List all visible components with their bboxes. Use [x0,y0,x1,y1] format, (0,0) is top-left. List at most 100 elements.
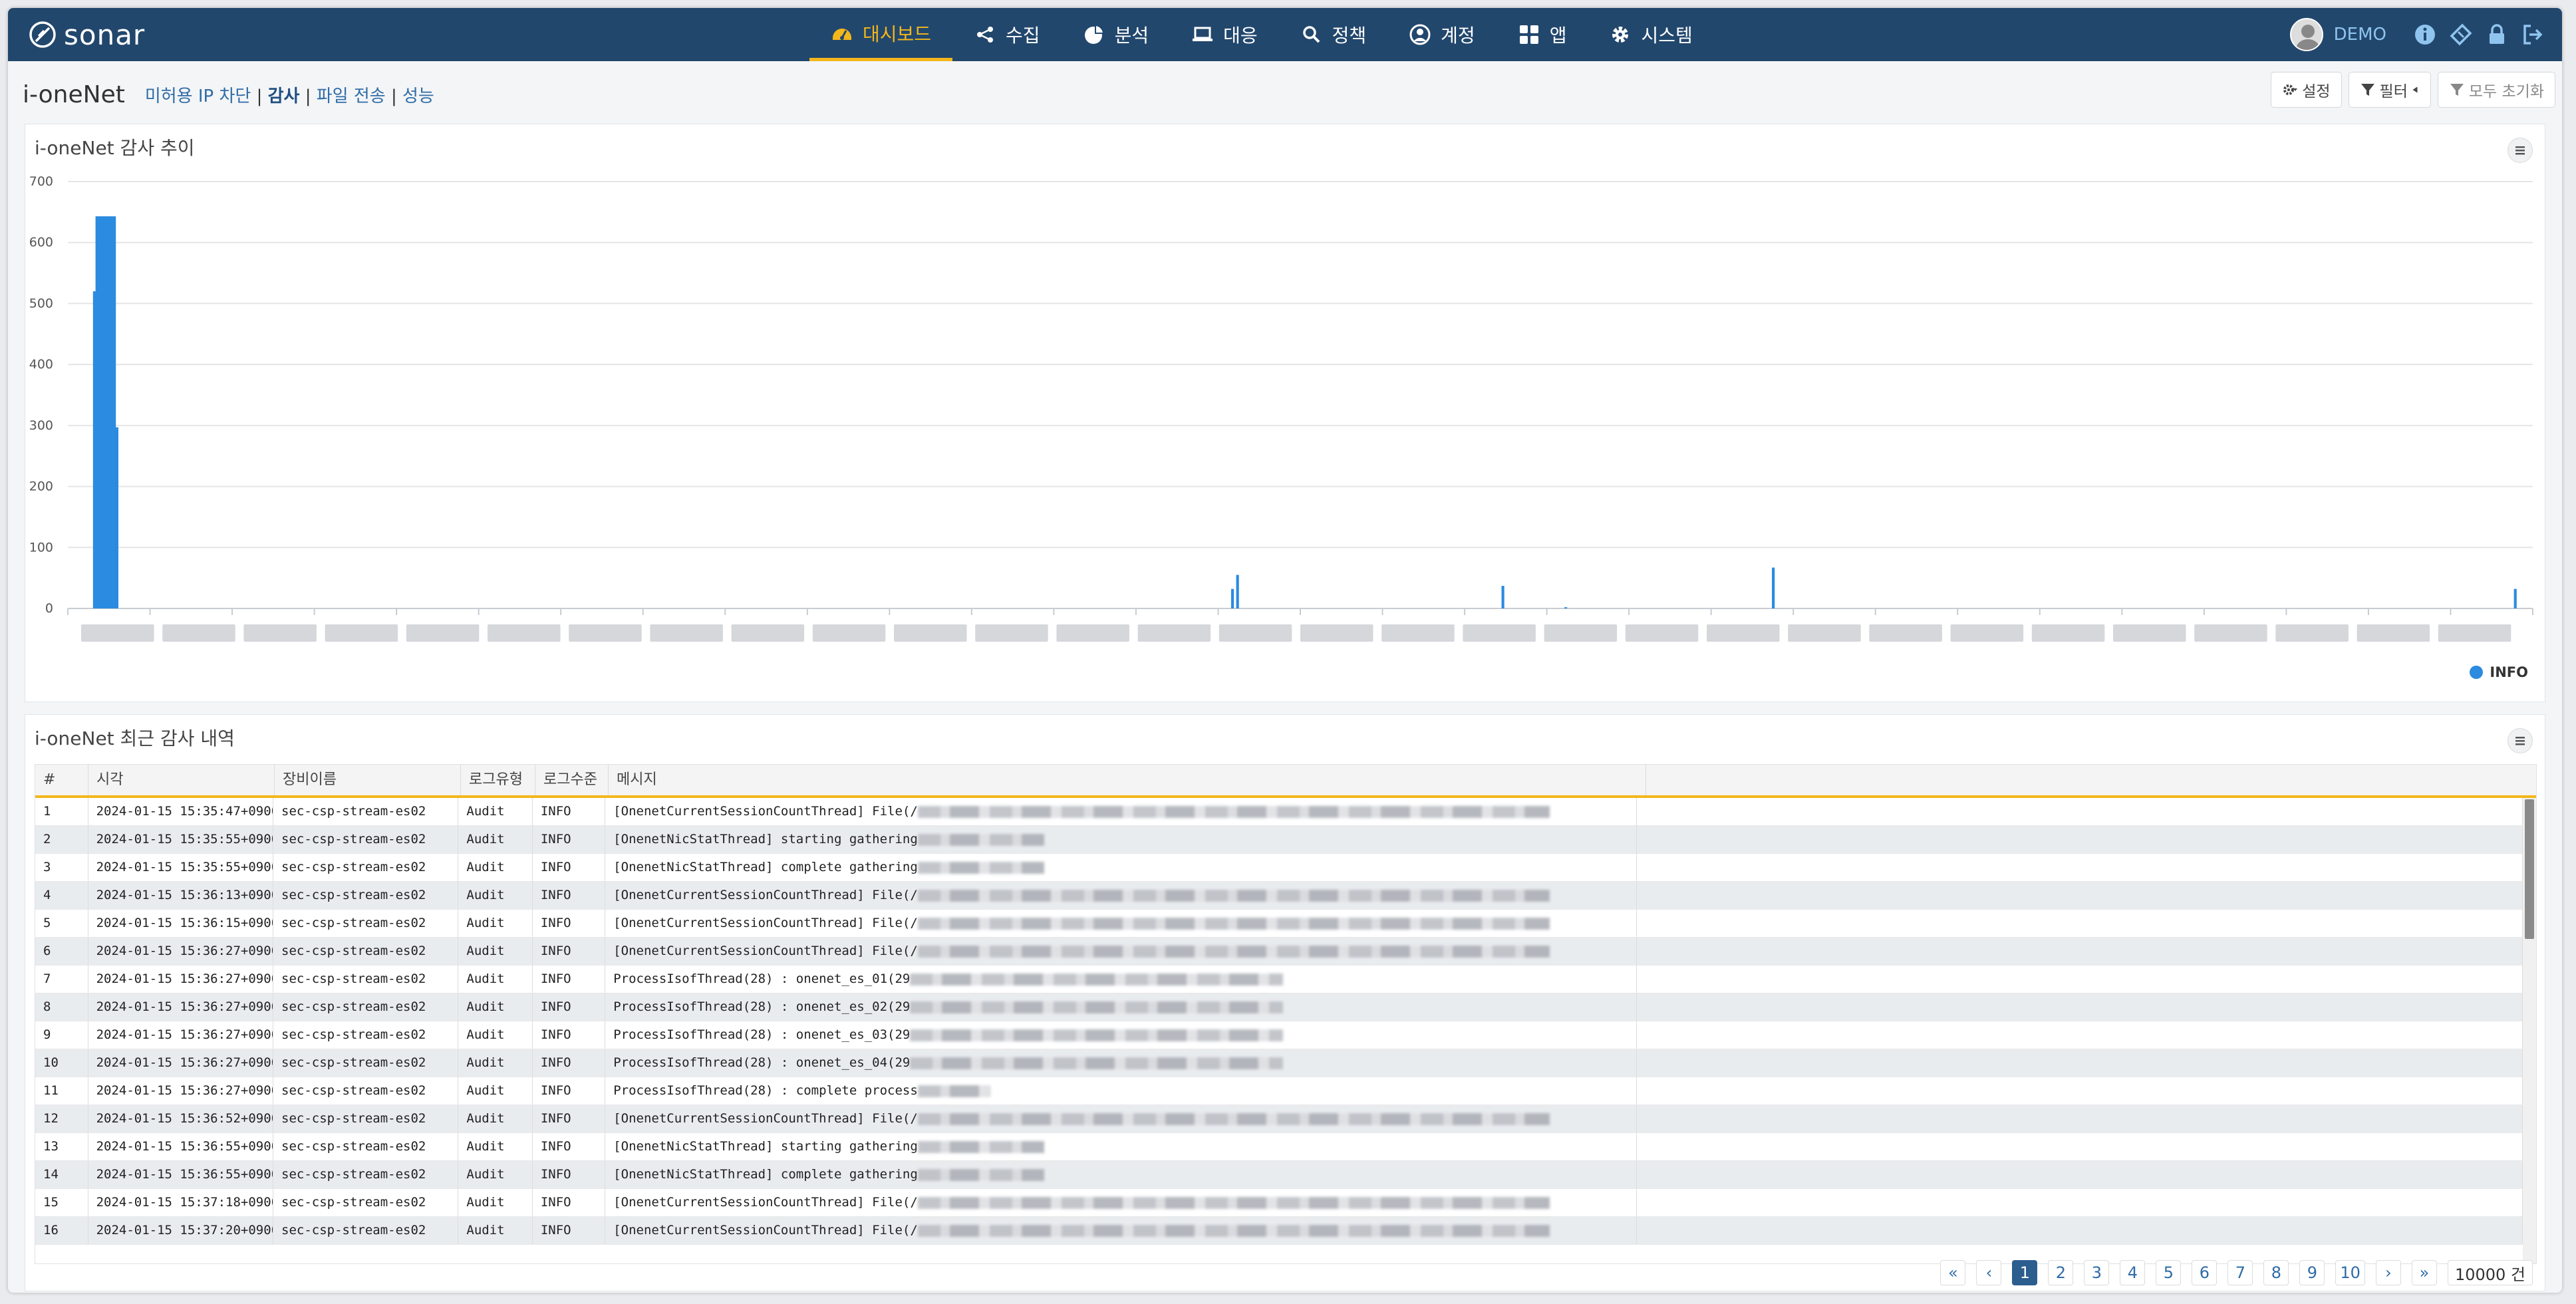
subnav-performance[interactable]: 성능 [402,86,434,106]
page-number-button[interactable]: 10 [2335,1260,2365,1285]
subnav-ip-block[interactable]: 미허용 IP 차단 [145,86,251,106]
menu-item-system[interactable]: 시스템 [1588,8,1713,61]
settings-button[interactable]: 설정 [2271,72,2342,108]
table-row[interactable]: 15 2024-01-15 15:37:18+0900 sec-csp-stream… [35,1189,2523,1217]
table-cell: sec-csp-stream-es02 [273,993,459,1021]
scrollbar-thumb[interactable] [2525,799,2534,939]
table-row[interactable]: 16 2024-01-15 15:37:20+0900 sec-csp-stream… [35,1217,2523,1245]
cell-text: [OnenetNicStatThread] starting gathering [613,832,918,847]
menu-item-analysis[interactable]: 분석 [1062,8,1171,61]
column-header[interactable]: 로그유형 [461,765,535,795]
logout-icon[interactable] [2521,23,2545,47]
total-count[interactable]: 10000 건 [2447,1260,2533,1285]
table-row[interactable]: 1 2024-01-15 15:35:47+0900 sec-csp-stream-… [35,798,2523,826]
menu-item-policy[interactable]: 정책 [1279,8,1388,61]
chart-bar [110,216,114,608]
table-row[interactable]: 9 2024-01-15 15:36:27+0900 sec-csp-stream-… [35,1021,2523,1049]
sonar-logo[interactable]: sonar [28,17,145,52]
subnav-audit[interactable]: 감사 [268,86,300,106]
page-number-button[interactable]: 8 [2263,1260,2289,1285]
panel-menu-button[interactable] [2507,138,2533,163]
reset-all-button[interactable]: 모두 초기화 [2437,72,2555,108]
hamburger-icon [2515,737,2525,745]
cell-text: Audit [466,1195,505,1210]
redacted-x-label [1544,624,1618,642]
prev-page-button[interactable]: ‹ [1976,1260,2002,1285]
panel-menu-button[interactable] [2507,728,2533,753]
cell-text: 2024-01-15 15:37:18+0900 [96,1195,273,1210]
table-row[interactable]: 6 2024-01-15 15:36:27+0900 sec-csp-stream-… [35,938,2523,966]
menu-item-label: 수집 [1006,25,1040,47]
hamburger-icon [2515,146,2525,155]
next-page-button[interactable]: › [2375,1260,2401,1285]
ticket-icon[interactable] [2449,23,2473,47]
table-row[interactable]: 13 2024-01-15 15:36:55+0900 sec-csp-stream… [35,1133,2523,1161]
page-number-button[interactable]: 4 [2120,1260,2146,1285]
table-cell: Audit [458,966,533,993]
table-row[interactable]: 4 2024-01-15 15:36:13+0900 sec-csp-stream-… [35,882,2523,910]
avatar[interactable] [2289,18,2323,51]
menu-item-dashboard[interactable]: 대시보드 [809,8,953,61]
app-name: sonar [64,18,146,51]
top-navigation-bar: sonar 대시보드 수집 분석 대응 정책 계정 앱 시스템 DEMO [8,8,2562,61]
vertical-scrollbar[interactable] [2523,798,2536,1263]
page-number-button[interactable]: 2 [2048,1260,2074,1285]
cell-text: INFO [540,888,571,902]
table-row[interactable]: 10 2024-01-15 15:36:27+0900 sec-csp-stream… [35,1049,2523,1077]
user-name[interactable]: DEMO [2334,25,2386,45]
page-number-button[interactable]: 1 [2012,1260,2038,1285]
page-number-button[interactable]: 3 [2084,1260,2110,1285]
pagination: « ‹ 1 2 3 4 5 6 7 8 9 10 › » 10000 건 [1930,1260,2533,1285]
table-row[interactable]: 2 2024-01-15 15:35:55+0900 sec-csp-stream-… [35,826,2523,854]
chart-legend[interactable]: INFO [2470,664,2528,680]
column-header[interactable]: 로그수준 [535,765,609,795]
table-cell-filler [1637,826,2523,853]
table-cell: 8 [35,993,88,1021]
table-row[interactable]: 12 2024-01-15 15:36:52+0900 sec-csp-stream… [35,1105,2523,1133]
menu-item-label: 대응 [1223,25,1258,47]
page-number-button[interactable]: 5 [2156,1260,2182,1285]
table-cell: INFO [533,1133,606,1160]
menu-item-collect[interactable]: 수집 [952,8,1062,61]
table-row[interactable]: 5 2024-01-15 15:36:15+0900 sec-csp-stream-… [35,910,2523,938]
page-number-button[interactable]: 7 [2227,1260,2253,1285]
cell-text: [OnenetCurrentSessionCountThread] File(/ [613,804,918,819]
page-number-button[interactable]: 6 [2192,1260,2218,1285]
column-header[interactable]: 장비이름 [275,765,461,795]
table-cell: Audit [458,1049,533,1077]
redacted-x-label [81,624,154,642]
filter-button[interactable]: 필터 [2348,72,2431,108]
table-cell: 12 [35,1105,88,1132]
menu-item-response[interactable]: 대응 [1170,8,1279,61]
table-row[interactable]: 3 2024-01-15 15:35:55+0900 sec-csp-stream-… [35,854,2523,882]
menu-item-apps[interactable]: 앱 [1497,8,1588,61]
last-page-button[interactable]: » [2411,1260,2437,1285]
menu-item-account[interactable]: 계정 [1387,8,1497,61]
table-row[interactable]: 7 2024-01-15 15:36:27+0900 sec-csp-stream-… [35,966,2523,993]
cell-text: 14 [43,1167,59,1182]
column-header[interactable]: 메시지 [609,765,1646,795]
redacted-x-label [1950,624,2024,642]
redacted-text [917,1168,1044,1181]
table-row[interactable]: 11 2024-01-15 15:36:27+0900 sec-csp-stream… [35,1077,2523,1105]
table-cell-filler [1637,993,2523,1021]
redacted-x-label [162,624,235,642]
cell-text: 2024-01-15 15:36:55+0900 [96,1139,273,1154]
chart-bar [102,216,106,608]
cell-text: sec-csp-stream-es02 [281,1167,426,1182]
table-cell: 6 [35,938,88,965]
first-page-button[interactable]: « [1940,1260,1966,1285]
lock-icon[interactable] [2485,23,2509,47]
cell-text: INFO [540,860,571,874]
page-number-button[interactable]: 9 [2299,1260,2325,1285]
column-header[interactable]: 시각 [88,765,275,795]
subnav-file-transfer[interactable]: 파일 전송 [317,86,386,106]
table-cell: Audit [458,798,533,825]
table-row[interactable]: 14 2024-01-15 15:36:55+0900 sec-csp-stream… [35,1161,2523,1189]
redacted-text [917,833,1044,846]
table-cell: Audit [458,826,533,853]
table-row[interactable]: 8 2024-01-15 15:36:27+0900 sec-csp-stream-… [35,993,2523,1021]
info-icon[interactable] [2413,23,2437,47]
chart-bar [98,216,101,608]
column-header[interactable]: # [35,765,88,795]
